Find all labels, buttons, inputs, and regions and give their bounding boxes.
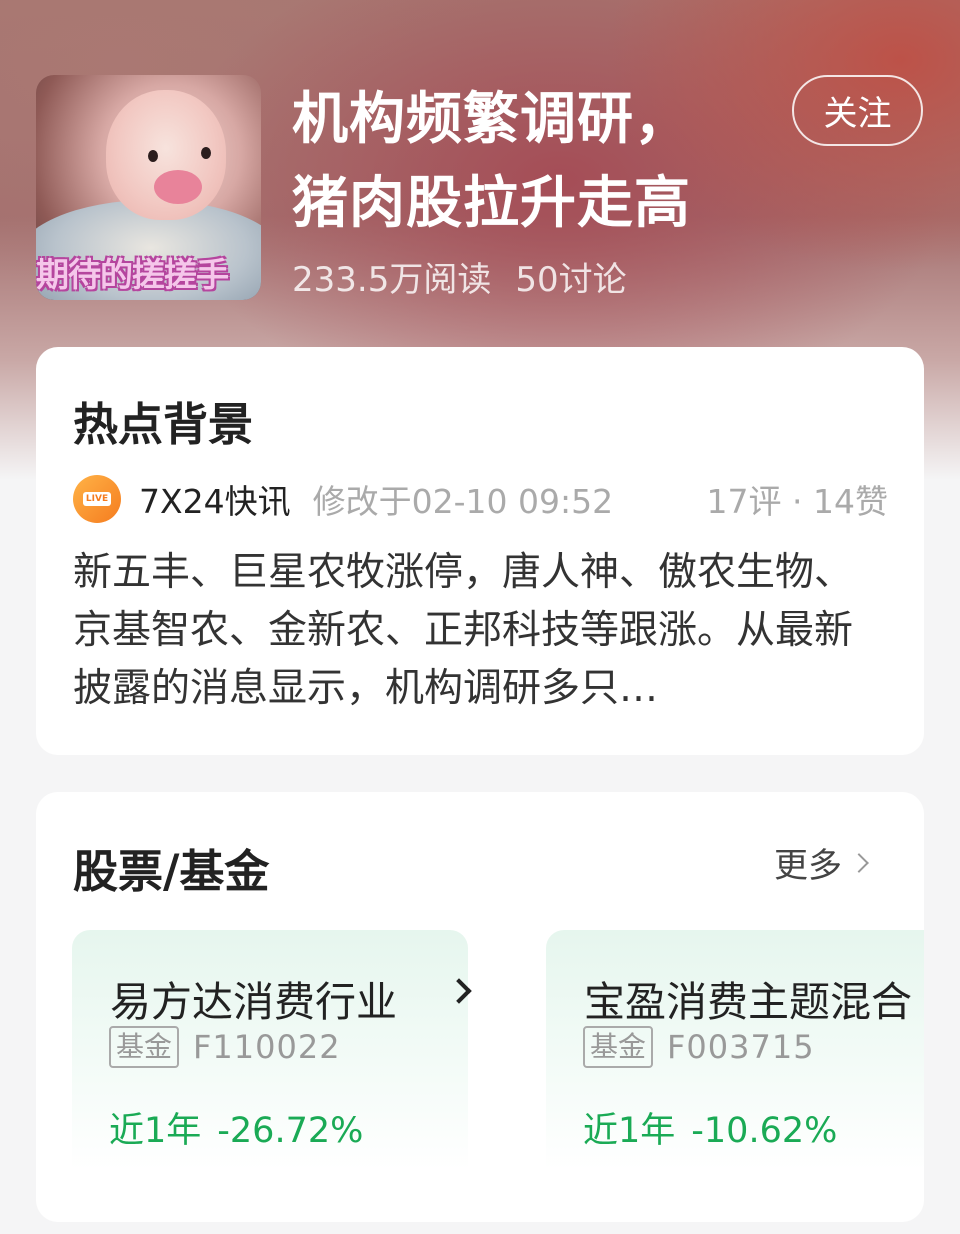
fund-card[interactable]: 宝盈消费主题混合 基金 F003715 近1年 -10.62% <box>546 930 924 1170</box>
chevron-right-icon <box>446 978 472 1004</box>
live-icon: LIVE <box>73 475 121 523</box>
cover-caption: 期待的搓搓手 <box>36 255 229 294</box>
fund-performance: 近1年 -26.72% <box>109 1102 363 1153</box>
comment-like-count: 17评 · 14赞 <box>706 482 888 521</box>
topic-cover-image: 期待的搓搓手 <box>36 75 261 300</box>
performance-period: 近1年 <box>109 1111 202 1151</box>
chevron-right-icon <box>849 852 869 873</box>
live-icon-text: LIVE <box>82 492 112 506</box>
more-label: 更多 <box>774 846 842 886</box>
fund-meta: 基金 F003715 <box>583 1026 815 1068</box>
cover-pig-snout <box>154 170 202 204</box>
news-summary[interactable]: 新五丰、巨星农牧涨停，唐人神、傲农生物、京基智农、金新农、正邦科技等跟涨。从最新… <box>73 544 853 718</box>
fund-name: 宝盈消费主题混合 <box>584 978 912 1026</box>
read-count: 233.5万阅读 <box>292 260 492 300</box>
performance-change: -10.62% <box>691 1111 838 1151</box>
news-source-row[interactable]: LIVE 7X24快讯 修改于02-10 09:52 17评 · 14赞 <box>73 473 888 525</box>
follow-button[interactable]: 关注 <box>792 75 923 146</box>
cover-pig-eye <box>201 147 211 159</box>
cover-pig-eye <box>148 150 158 162</box>
performance-period: 近1年 <box>583 1111 676 1151</box>
topic-stats: 233.5万阅读 50讨论 <box>292 252 627 301</box>
fund-type-tag: 基金 <box>109 1026 180 1068</box>
discussion-count: 50讨论 <box>515 260 627 300</box>
topic-title: 机构频繁调研，猪肉股拉升走高 <box>292 87 691 236</box>
fund-performance: 近1年 -10.62% <box>583 1102 837 1153</box>
fund-type-tag: 基金 <box>583 1026 654 1068</box>
fund-carousel[interactable]: 易方达消费行业 基金 F110022 近1年 -26.72% 宝盈消费主题混合 基… <box>72 930 924 1170</box>
performance-change: -26.72% <box>217 1111 364 1151</box>
fund-name: 易方达消费行业 <box>110 978 397 1026</box>
fund-code: F003715 <box>667 1028 815 1066</box>
stocks-funds-heading: 股票/基金 <box>73 845 270 898</box>
hot-background-heading: 热点背景 <box>73 398 254 451</box>
fund-card[interactable]: 易方达消费行业 基金 F110022 近1年 -26.72% <box>72 930 472 1170</box>
modified-time: 修改于02-10 09:52 <box>312 482 614 521</box>
more-button[interactable]: 更多 <box>774 838 869 887</box>
source-name[interactable]: 7X24快讯 <box>139 475 291 523</box>
fund-code: F110022 <box>193 1028 341 1066</box>
fund-meta: 基金 F110022 <box>109 1026 341 1068</box>
